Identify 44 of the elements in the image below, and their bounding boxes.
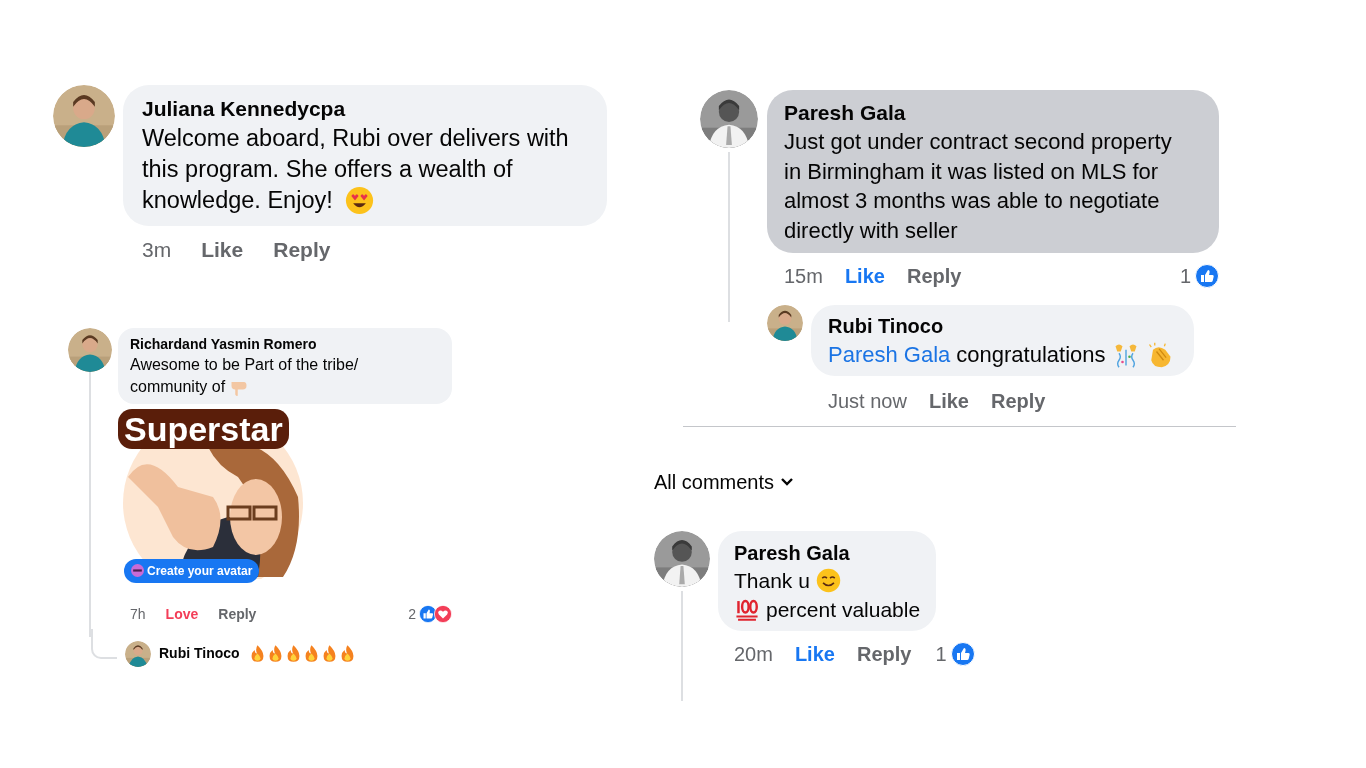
reaction-count: 1 <box>1179 264 1191 289</box>
reaction-count: 2 <box>408 604 416 624</box>
mention-link[interactable]: Paresh Gala <box>828 340 951 370</box>
reply-button[interactable]: Reply <box>990 386 1046 416</box>
smiling-emoji-icon <box>815 568 841 593</box>
sticker-caption: Superstar <box>118 408 289 449</box>
reaction-count: 1 <box>935 642 947 667</box>
like-button[interactable]: Love <box>165 603 199 625</box>
comment-text: Thank u <box>734 568 810 594</box>
comment-time: Just now <box>828 389 907 414</box>
like-reaction-icon <box>1195 264 1219 288</box>
comment-author: Rubi Tinoco <box>828 314 945 339</box>
comment-text: community of <box>130 376 226 397</box>
comment-text: Welcome aboard, Rubi over delivers with <box>142 124 569 153</box>
sort-dropdown[interactable]: All comments <box>654 467 795 497</box>
like-button[interactable]: Like <box>844 261 885 291</box>
like-button[interactable]: Like <box>794 639 835 669</box>
like-button[interactable]: Like <box>928 386 969 416</box>
comment-text: congratulations <box>956 341 1106 369</box>
comment-time: 3m <box>142 237 172 263</box>
reply-button[interactable]: Reply <box>218 603 257 625</box>
comment-text: Awesome to be Part of the tribe/ <box>130 354 359 375</box>
comment-time: 7h <box>130 604 146 624</box>
comment-text: this program. She offers a wealth of <box>142 155 513 184</box>
comment-text: knowledge. Enjoy! <box>142 186 333 215</box>
chevron-down-icon <box>780 477 795 487</box>
like-reaction-icon <box>950 642 975 666</box>
comment-time: 20m <box>734 642 773 667</box>
comment-time: 15m <box>784 264 823 289</box>
comment-author: Paresh Gala <box>734 541 851 566</box>
reply-button[interactable]: Reply <box>273 234 331 266</box>
comment-text: Just got under contract second property in Birmingham it was listed on MLS for almost 3 months was able to negotiate directly with seller <box>784 128 1173 245</box>
comment-author: Juliana Kennedycpa <box>142 96 347 122</box>
comment-author: Paresh Gala <box>784 100 907 126</box>
reply-button[interactable]: Reply <box>906 261 962 291</box>
heart-eyes-emoji-icon <box>344 186 374 215</box>
love-reaction-icon <box>434 605 452 623</box>
comment-author: Richardand Yasmin Romero <box>130 334 318 354</box>
comment-text: percent valuable <box>766 597 921 623</box>
reply-button[interactable]: Reply <box>856 639 912 669</box>
avatar-face-icon <box>131 564 144 577</box>
like-button[interactable]: Like <box>201 234 244 266</box>
create-avatar-button[interactable]: Create your avatar <box>124 558 260 583</box>
reply-author: Rubi Tinoco <box>159 644 240 663</box>
